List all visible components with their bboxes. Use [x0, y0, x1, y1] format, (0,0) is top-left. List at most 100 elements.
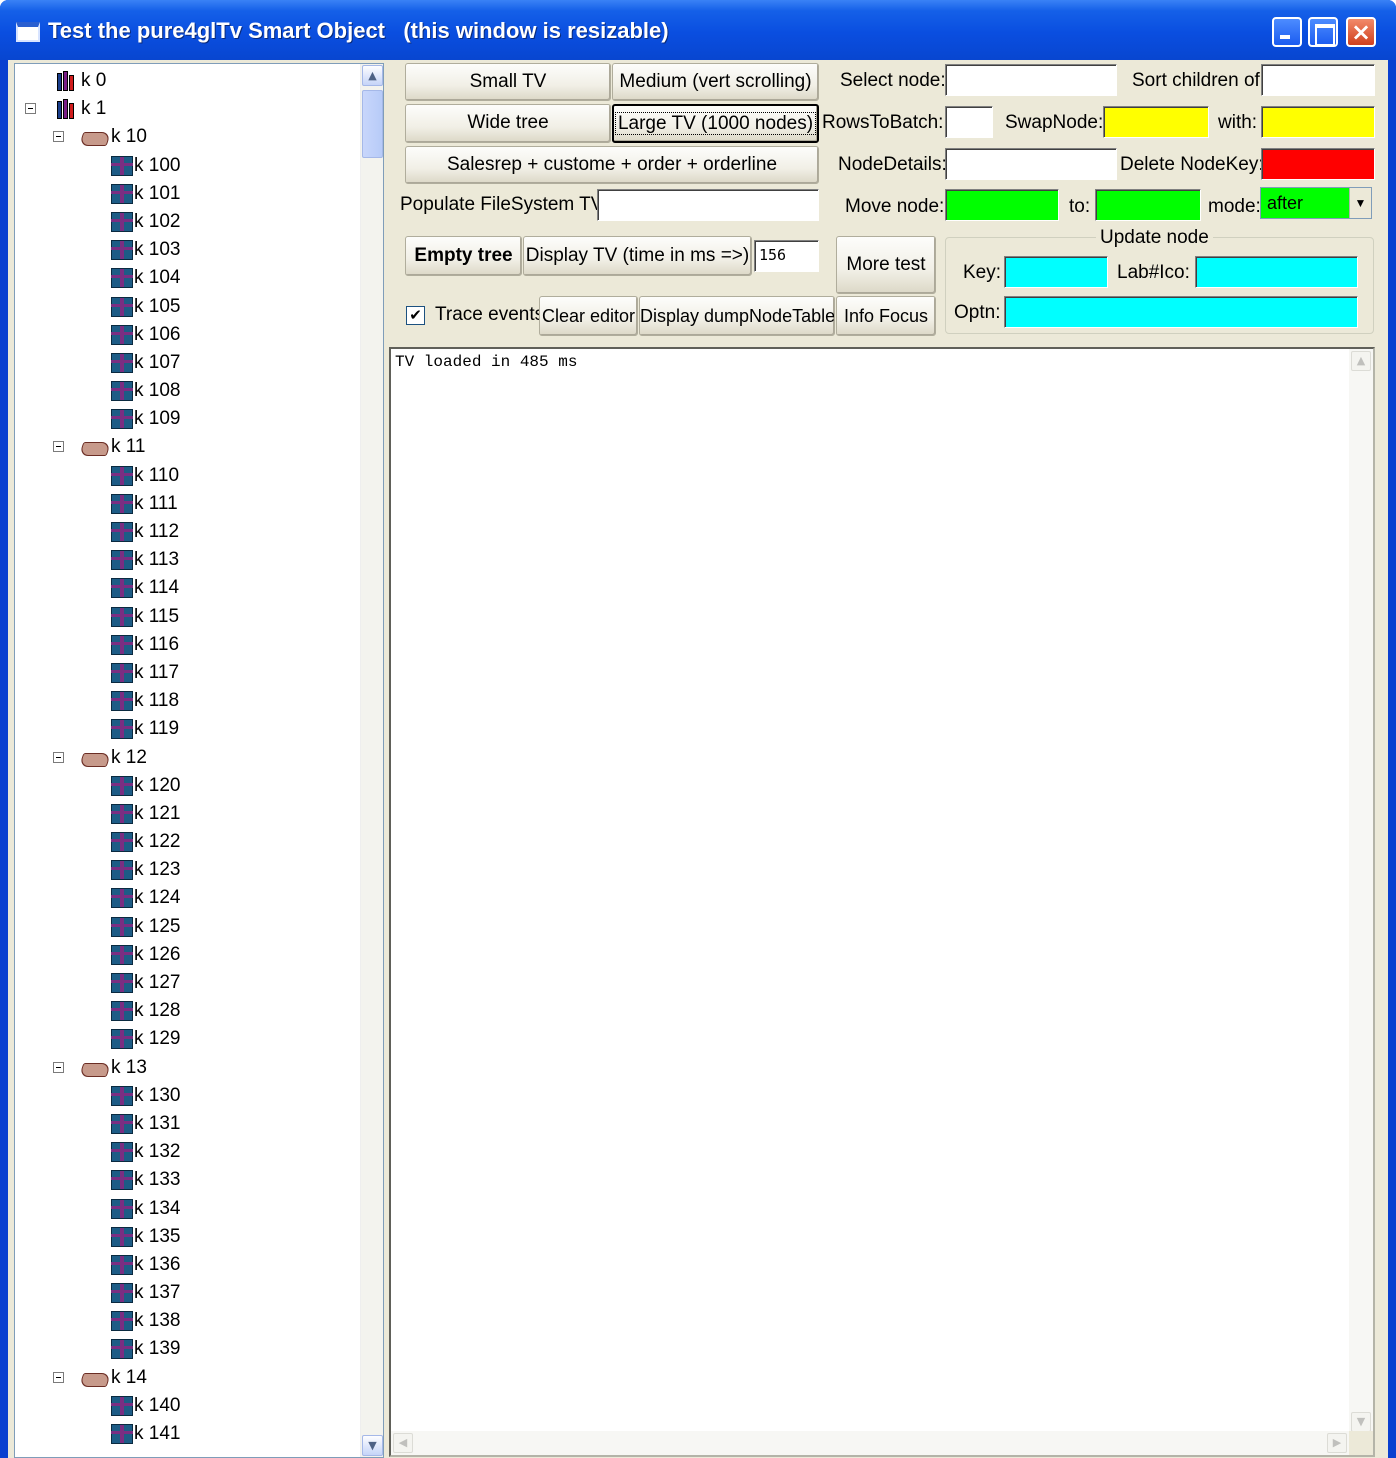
tree-node[interactable]: k 11: [15, 433, 355, 461]
title-bar[interactable]: Test the pure4glTv Smart Object (this wi…: [0, 0, 1396, 60]
close-button[interactable]: ×: [1346, 17, 1376, 47]
tree-node[interactable]: k 105: [15, 293, 355, 321]
swap-with-input[interactable]: [1261, 106, 1375, 138]
tree-node[interactable]: k 115: [15, 603, 355, 631]
tree-node[interactable]: k 123: [15, 856, 355, 884]
tree-node[interactable]: k 124: [15, 884, 355, 912]
editor-scroll-up-icon[interactable]: ▲: [1351, 351, 1371, 371]
trace-events-checkbox[interactable]: ✔: [406, 306, 425, 325]
tree-view[interactable]: k 0 k 1k 10 k 100 k 101 k 102 k 103 k 104 k 105…: [14, 63, 384, 1458]
tree-node[interactable]: k 130: [15, 1082, 355, 1110]
collapse-toggle-icon[interactable]: [53, 1371, 64, 1383]
clear-editor-button[interactable]: Clear editor: [539, 296, 638, 336]
tree-node[interactable]: k 111: [15, 490, 355, 518]
tree-node[interactable]: k 116: [15, 631, 355, 659]
small-tv-button[interactable]: Small TV: [405, 63, 611, 101]
empty-tree-button[interactable]: Empty tree: [405, 236, 522, 276]
tree-node[interactable]: k 140: [15, 1392, 355, 1420]
wide-tree-button[interactable]: Wide tree: [405, 104, 611, 143]
display-dump-button[interactable]: Display dumpNodeTable: [639, 296, 835, 336]
info-focus-button[interactable]: Info Focus: [836, 296, 936, 336]
tree-node[interactable]: k 119: [15, 715, 355, 743]
tree-node[interactable]: k 138: [15, 1307, 355, 1335]
update-key-input[interactable]: [1004, 256, 1108, 288]
salesrep-button[interactable]: Salesrep + custome + order + orderline: [405, 146, 819, 184]
node-details-input[interactable]: [945, 148, 1117, 180]
sort-children-input[interactable]: [1261, 64, 1375, 96]
scroll-up-arrow-icon[interactable]: ▲: [362, 65, 383, 86]
tree-node[interactable]: k 101: [15, 180, 355, 208]
mode-select[interactable]: after ▼: [1260, 187, 1372, 219]
tree-node[interactable]: k 127: [15, 969, 355, 997]
tree-node[interactable]: k 1: [15, 95, 355, 123]
large-tv-button[interactable]: Large TV (1000 nodes): [612, 104, 819, 143]
tree-node[interactable]: k 135: [15, 1223, 355, 1251]
resize-grip-icon[interactable]: [1349, 1431, 1373, 1455]
tree-node[interactable]: k 139: [15, 1335, 355, 1363]
tree-node[interactable]: k 13: [15, 1054, 355, 1082]
tree-node[interactable]: k 10: [15, 123, 355, 151]
display-tv-button[interactable]: Display TV (time in ms =>): [523, 236, 752, 276]
tree-node[interactable]: k 141: [15, 1420, 355, 1448]
maximize-button[interactable]: [1308, 17, 1338, 47]
collapse-toggle-icon[interactable]: [53, 131, 64, 143]
display-time-input[interactable]: 156: [754, 240, 819, 272]
tree-node[interactable]: k 117: [15, 659, 355, 687]
tree-node[interactable]: k 120: [15, 772, 355, 800]
tree-node[interactable]: k 108: [15, 377, 355, 405]
editor-textarea[interactable]: TV loaded in 485 ms ▲ ▼ ◀ ▶: [389, 347, 1375, 1457]
move-to-input[interactable]: [1095, 189, 1201, 221]
medium-tv-button[interactable]: Medium (vert scrolling): [612, 63, 819, 101]
tree-node[interactable]: k 132: [15, 1138, 355, 1166]
collapse-toggle-icon[interactable]: [53, 751, 64, 763]
tree-node[interactable]: k 0: [15, 67, 355, 95]
tree-node[interactable]: k 128: [15, 997, 355, 1025]
editor-scroll-down-icon[interactable]: ▼: [1351, 1412, 1371, 1432]
editor-horizontal-scrollbar[interactable]: ◀ ▶: [391, 1431, 1349, 1455]
tree-node[interactable]: k 103: [15, 236, 355, 264]
tree-node[interactable]: k 102: [15, 208, 355, 236]
collapse-toggle-icon[interactable]: [25, 103, 36, 115]
chevron-down-icon[interactable]: ▼: [1349, 188, 1371, 218]
rows-to-batch-input[interactable]: [945, 106, 993, 138]
editor-scroll-right-icon[interactable]: ▶: [1327, 1433, 1347, 1453]
tree-node[interactable]: k 112: [15, 518, 355, 546]
tree-node[interactable]: k 100: [15, 152, 355, 180]
tree-node[interactable]: k 118: [15, 687, 355, 715]
scroll-thumb[interactable]: [362, 90, 383, 158]
update-labico-input[interactable]: [1195, 256, 1358, 288]
editor-scroll-left-icon[interactable]: ◀: [393, 1433, 413, 1453]
tree-node[interactable]: k 137: [15, 1279, 355, 1307]
tree-node[interactable]: k 129: [15, 1025, 355, 1053]
populate-filesystem-input[interactable]: [597, 189, 819, 221]
delete-nodekey-input[interactable]: [1261, 148, 1375, 180]
collapse-toggle-icon[interactable]: [53, 441, 64, 453]
tree-node[interactable]: k 131: [15, 1110, 355, 1138]
tree-node[interactable]: k 114: [15, 574, 355, 602]
tree-node[interactable]: k 109: [15, 405, 355, 433]
collapse-toggle-icon[interactable]: [53, 1061, 64, 1073]
tree-node[interactable]: k 14: [15, 1364, 355, 1392]
tree-node[interactable]: k 106: [15, 321, 355, 349]
select-node-input[interactable]: [945, 64, 1117, 96]
tree-node[interactable]: k 126: [15, 941, 355, 969]
tree-node[interactable]: k 107: [15, 349, 355, 377]
swap-node-input[interactable]: [1103, 106, 1209, 138]
update-optn-input[interactable]: [1004, 296, 1358, 328]
tree-node[interactable]: k 121: [15, 800, 355, 828]
tree-node[interactable]: k 125: [15, 913, 355, 941]
tree-node[interactable]: k 122: [15, 828, 355, 856]
minimize-button[interactable]: [1272, 17, 1302, 47]
tree-node[interactable]: k 136: [15, 1251, 355, 1279]
tree-node[interactable]: k 134: [15, 1195, 355, 1223]
editor-vertical-scrollbar[interactable]: ▲ ▼: [1349, 349, 1373, 1434]
tree-node[interactable]: k 104: [15, 264, 355, 292]
tree-node[interactable]: k 12: [15, 744, 355, 772]
tree-node[interactable]: k 113: [15, 546, 355, 574]
tree-vertical-scrollbar[interactable]: ▲ ▼: [360, 64, 383, 1457]
tree-node[interactable]: k 110: [15, 462, 355, 490]
move-node-input[interactable]: [945, 189, 1059, 221]
more-test-button[interactable]: More test: [836, 236, 936, 294]
scroll-down-arrow-icon[interactable]: ▼: [362, 1435, 383, 1456]
tree-node[interactable]: k 133: [15, 1166, 355, 1194]
